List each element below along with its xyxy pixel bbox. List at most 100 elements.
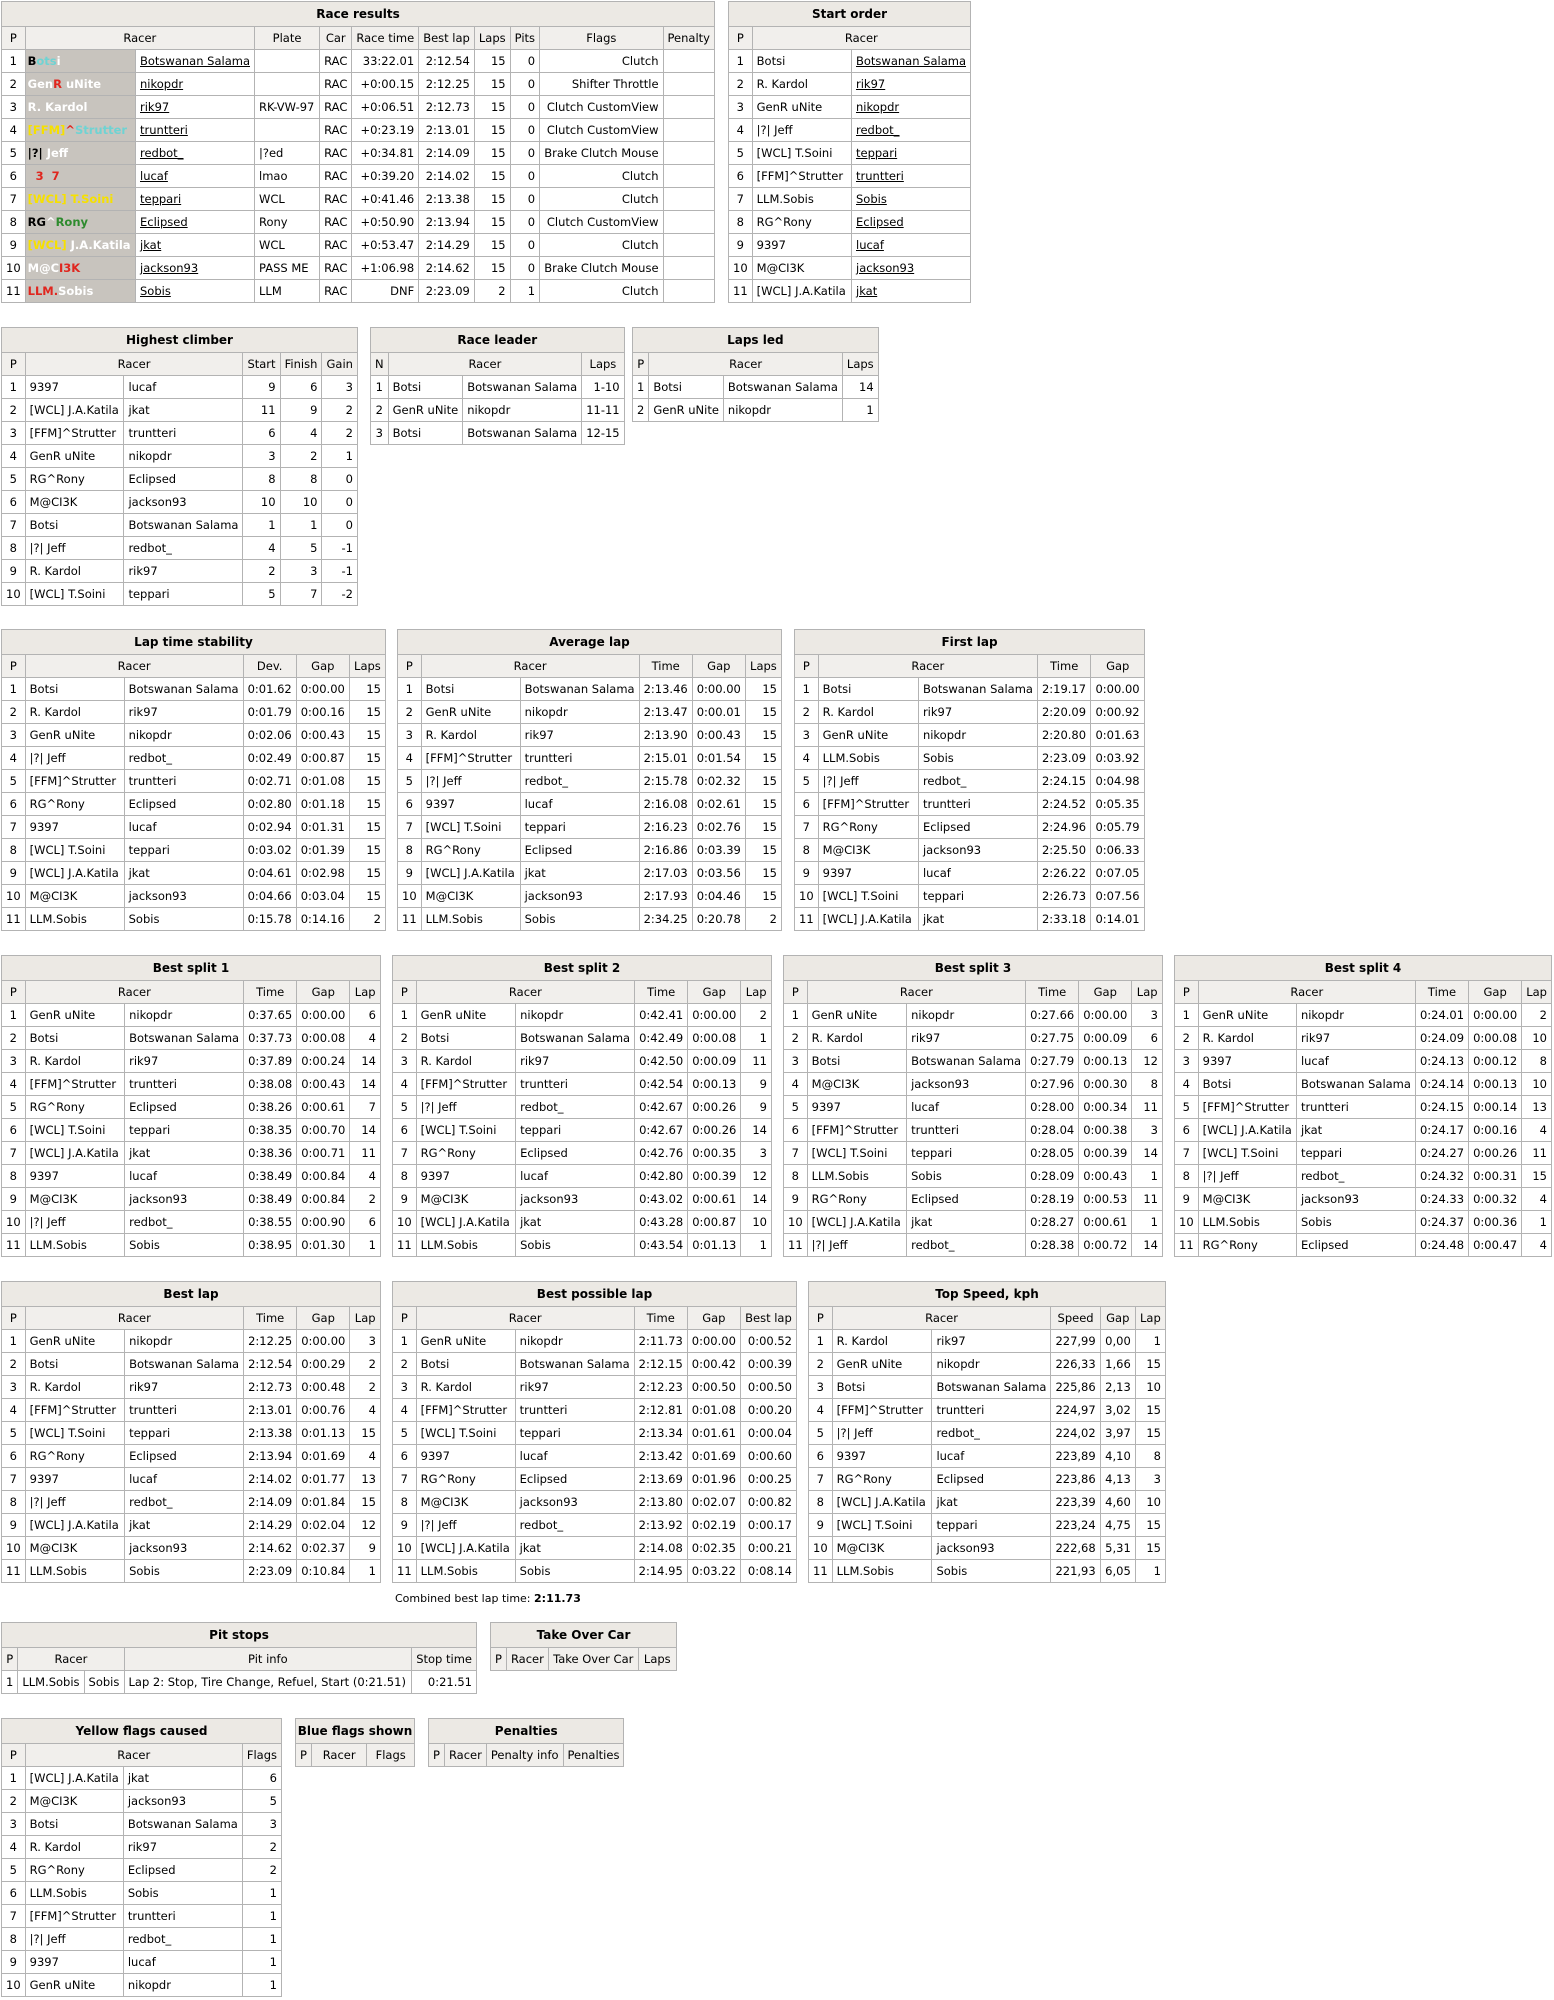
gap: 0:01.63 [1090,723,1145,747]
yellow-flags-table: Yellow flags caused P Racer Flags 1 [WCL] J… [1,1718,283,1997]
gap: 0:00.00 [296,1003,351,1027]
racer-name: |?| Jeff [24,1927,124,1951]
pits: 0 [509,210,541,234]
time: 0:24.13 [1414,1049,1470,1073]
racer-name: [FFM]^Strutter [24,118,137,142]
race-time: +0:06.51 [351,95,420,119]
username-link[interactable]: Botswanan Salama [856,54,966,68]
time: 0:24.48 [1414,1233,1470,1257]
username-link[interactable]: nikopdr [140,77,183,91]
racer-name: [WCL] J.A.Katila [24,233,137,257]
lap: 9 [740,1072,772,1096]
gap: 0:00.24 [296,1049,351,1073]
gap: 0:00.00 [1090,677,1145,701]
username-link[interactable]: Botswanan Salama [140,54,250,68]
pits: 0 [509,49,541,73]
username-link[interactable]: truntteri [140,123,188,137]
time: 0:42.67 [634,1095,689,1119]
best-lap-diff: 0:00.60 [739,1444,798,1468]
racer-name: Botsi [415,1352,516,1376]
racer-name: |?| Jeff [415,1095,517,1119]
username-link[interactable]: jackson93 [856,261,914,275]
racer-name: M@CI3K [831,1536,933,1560]
username-link[interactable]: teppari [140,192,181,206]
username: redbot_ [124,1210,245,1234]
race-time: +0:00.15 [351,72,420,96]
gain: 0 [321,513,358,537]
best-lap-diff: 0:00.20 [739,1398,798,1422]
race-time: +0:53.47 [351,233,420,257]
racer-name: RG^Rony [24,1444,126,1468]
username-link[interactable]: teppari [856,146,897,160]
table-row: 6 [FFM]^Strutter truntteri 0:28.04 0:00.38 3 [783,1118,1163,1142]
table-row: 1 Botsi Botswanan Salama 1-10 [370,375,625,399]
racer-name: GenR uNite [1197,1003,1297,1027]
racer-name: GenR uNite [415,1003,517,1027]
laps: 15 [744,815,783,839]
username-link[interactable]: lucaf [140,169,168,183]
username-link[interactable]: Sobis [140,284,171,298]
best-lap: 2:14.29 [418,233,475,257]
gap: 0:00.01 [691,700,746,724]
username: Sobis [931,1559,1052,1583]
racer-name: [WCL] T.Soini [1197,1141,1297,1165]
time: 2:13.47 [638,700,693,724]
time: 2:24.96 [1036,815,1092,839]
racer-name: GenR uNite [24,444,125,468]
time: 2:24.52 [1036,792,1092,816]
username-link[interactable]: jkat [856,284,877,298]
table-row: 11 LLM.Sobis Sobis 221,93 6,05 1 [808,1559,1167,1583]
start: 3 [242,444,281,468]
time: 0:38.95 [243,1233,298,1257]
table-row: 10 M@CI3K jackson93 2:14.62 0:02.37 9 [1,1536,381,1560]
race-time: +0:50.90 [351,210,420,234]
username-link[interactable]: redbot_ [140,146,183,160]
flags: Brake Clutch Mouse [539,141,664,165]
gap: 0:03.92 [1090,746,1145,770]
username-link[interactable]: lucaf [856,238,884,252]
speed: 223,24 [1050,1513,1101,1537]
racer-name-part: I3K [59,261,81,275]
gap: 0:00.61 [1078,1210,1133,1234]
table-row: 9 |?| Jeff redbot_ 2:13.92 0:02.19 0:00.17 [392,1513,798,1537]
position: 9 [1,1187,26,1211]
username-link[interactable]: Eclipsed [856,215,904,229]
username-link[interactable]: rik97 [856,77,885,91]
username-link[interactable]: Sobis [856,192,887,206]
table-row: 5 |?| Jeff redbot_ 2:15.78 0:02.32 15 [397,769,783,793]
username-link[interactable]: Eclipsed [140,215,188,229]
start: 11 [242,398,281,422]
racer-name-part: Gen [27,77,54,91]
position: 3 [370,421,389,445]
gap: 0:01.61 [686,1421,741,1445]
username-link[interactable]: rik97 [140,100,169,114]
best-split-4-title: Best split 4 [1174,955,1552,980]
finish: 5 [279,536,323,560]
username-link[interactable]: truntteri [856,169,904,183]
column-header: Plate [253,26,321,50]
table-row: 2 GenR uNite nikopdr 226,33 1,66 15 [808,1352,1167,1376]
position: 11 [728,279,753,303]
position: 11 [783,1233,808,1257]
column-header: P [1,352,26,376]
column-header: Laps [637,1647,678,1671]
position: 6 [728,164,753,188]
column-header: Dev. [242,654,297,678]
position: 7 [397,815,422,839]
username: teppari [931,1513,1052,1537]
laps: 1-10 [581,375,625,399]
table-row: 1 Botsi Botswanan Salama [728,49,971,73]
username-link[interactable]: jackson93 [140,261,198,275]
racer-name: R. Kardol [24,1835,124,1859]
username-link[interactable]: redbot_ [856,123,899,137]
lap: 14 [349,1049,381,1073]
best-lap: 2:12.73 [418,95,475,119]
gap: 0:00.26 [687,1095,742,1119]
racer-name: GenR uNite [806,1003,908,1027]
username: nikopdr [122,1973,243,1997]
username-link[interactable]: jkat [140,238,161,252]
username-link[interactable]: nikopdr [856,100,899,114]
racer-name: |?| Jeff [806,1233,908,1257]
racer-name: RG^Rony [24,1095,126,1119]
gap: 0:10.84 [296,1559,351,1583]
